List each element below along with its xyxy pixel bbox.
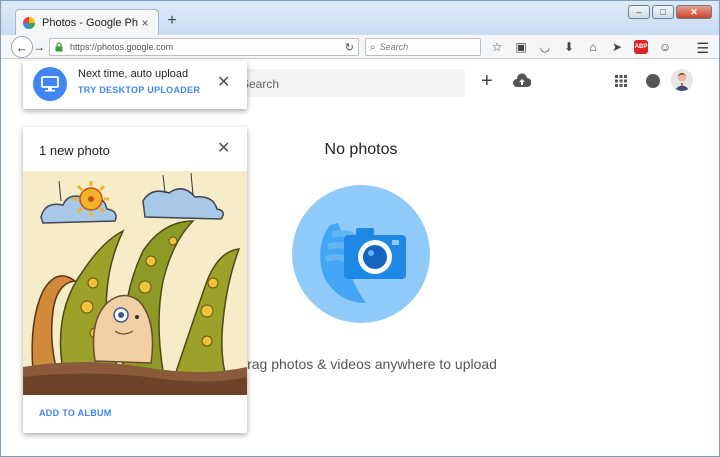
close-icon[interactable]: ✕ <box>217 141 230 157</box>
download-icon[interactable]: ⬇ <box>561 39 577 55</box>
try-desktop-uploader-link[interactable]: TRY DESKTOP UPLOADER <box>78 85 200 95</box>
add-to-album-link[interactable]: ADD TO ALBUM <box>39 408 112 418</box>
browser-window: Photos - Google Photos × + – □ ✕ ← → htt… <box>0 0 720 457</box>
url-text: https://photos.google.com <box>70 42 174 52</box>
empty-state-title: No photos <box>324 141 398 158</box>
close-icon[interactable]: ✕ <box>217 75 230 91</box>
maximize-button[interactable]: □ <box>652 5 674 19</box>
new-photo-title: 1 new photo <box>39 143 110 158</box>
cloud-upload-icon[interactable] <box>513 73 531 89</box>
user-avatar[interactable] <box>671 69 693 91</box>
browser-search-bar[interactable]: ⌕ <box>365 38 481 56</box>
tab-title: Photos - Google Photos <box>42 16 138 29</box>
forward-button[interactable]: → <box>33 39 47 55</box>
close-window-button[interactable]: ✕ <box>676 5 712 19</box>
hamburger-menu-icon[interactable]: ☰ <box>696 40 709 57</box>
drag-upload-hint: Drag photos & videos anywhere to upload <box>237 356 497 372</box>
desktop-monitor-icon <box>33 67 67 101</box>
address-bar[interactable]: https://photos.google.com ↻ <box>49 38 359 56</box>
browser-toolbar-icons: ☆ ▣ ◡ ⬇ ⌂ ➤ ABP ☺ <box>489 38 673 56</box>
google-photos-favicon-icon <box>23 16 35 29</box>
auto-upload-title: Next time, auto upload <box>78 68 189 80</box>
tab-close-icon[interactable]: × <box>138 16 152 30</box>
search-icon: ⌕ <box>370 41 376 53</box>
browser-search-input[interactable] <box>379 42 470 52</box>
minimize-button[interactable]: – <box>628 5 650 19</box>
clipboard-icon[interactable]: ▣ <box>513 39 529 55</box>
adblock-icon[interactable]: ABP <box>633 39 649 55</box>
window-controls: – □ ✕ <box>628 5 712 19</box>
chat-icon[interactable]: ☺ <box>657 39 673 55</box>
bookmark-star-icon[interactable]: ☆ <box>489 39 505 55</box>
reload-icon[interactable]: ↻ <box>345 41 354 54</box>
send-icon[interactable]: ➤ <box>609 39 625 55</box>
uploaded-photo-thumbnail[interactable] <box>23 171 247 395</box>
title-bar: Photos - Google Photos × + – □ ✕ <box>1 1 719 35</box>
apps-grid-icon[interactable] <box>615 75 627 87</box>
auto-upload-notification: Next time, auto upload TRY DESKTOP UPLOA… <box>23 61 247 109</box>
navigation-toolbar: ← → https://photos.google.com ↻ ⌕ ☆ ▣ ◡ … <box>1 35 719 59</box>
page-content: Search + No photos Drag photos & videos … <box>1 59 719 456</box>
browser-tab[interactable]: Photos - Google Photos × <box>15 9 159 35</box>
back-button[interactable]: ← <box>11 36 33 58</box>
photos-search-field[interactable]: Search <box>231 69 465 97</box>
camera-illustration-icon <box>292 185 430 323</box>
notifications-icon[interactable] <box>646 74 660 88</box>
new-tab-button[interactable]: + <box>164 13 180 29</box>
home-icon[interactable]: ⌂ <box>585 39 601 55</box>
lock-icon <box>55 42 63 52</box>
new-photo-notification: 1 new photo ✕ ADD TO ALBUM <box>23 127 247 433</box>
pocket-icon[interactable]: ◡ <box>537 39 553 55</box>
create-add-button[interactable]: + <box>481 71 493 91</box>
